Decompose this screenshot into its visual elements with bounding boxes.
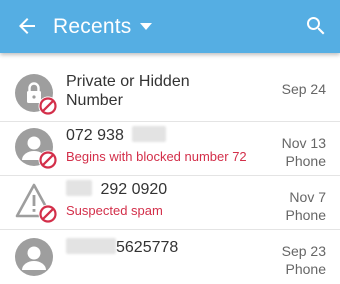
call-date: Sep 23 [281,243,326,259]
caller-number: 5625778 [66,238,178,257]
redacted-digits [66,238,116,254]
call-date: Nov 13 [281,135,326,151]
redacted-digits [66,180,92,196]
block-reason: Begins with blocked number 72 [66,149,247,164]
redacted-digits [132,126,167,142]
blocked-icon [38,96,58,116]
caller-number: 072 938 [66,126,167,145]
page-title: Recents [53,15,132,38]
caller-number: 292 0920 [66,180,167,199]
call-row[interactable]: Private or Hidden Number Sep 24 [0,68,340,122]
title-dropdown[interactable]: Recents [53,13,153,41]
caller-name: Private or Hidden Number [66,73,190,109]
blocked-icon [38,204,58,224]
search-icon[interactable] [304,14,328,38]
arrow-left-icon[interactable] [15,14,39,38]
person-icon [15,238,53,276]
spam-label: Suspected spam [66,203,163,218]
call-row[interactable]: 072 938 Begins with blocked number 72 No… [0,122,340,176]
app-bar: Recents [0,0,340,53]
caller-number-text: 072 938 [66,127,124,144]
call-type: Phone [285,207,326,223]
call-type: Phone [285,261,326,277]
call-type: Phone [285,153,326,169]
blocked-icon [38,150,58,170]
caller-number-text: 5625778 [116,239,179,256]
call-date: Sep 24 [281,81,326,97]
caller-number-text: 292 0920 [100,181,168,198]
caret-down-icon [140,23,153,30]
recents-list: Private or Hidden Number Sep 24 072 938 … [0,68,340,284]
call-row[interactable]: 5625778 Sep 23 Phone [0,230,340,284]
call-date: Nov 7 [289,189,326,205]
call-row[interactable]: 292 0920 Suspected spam Nov 7 Phone [0,176,340,230]
